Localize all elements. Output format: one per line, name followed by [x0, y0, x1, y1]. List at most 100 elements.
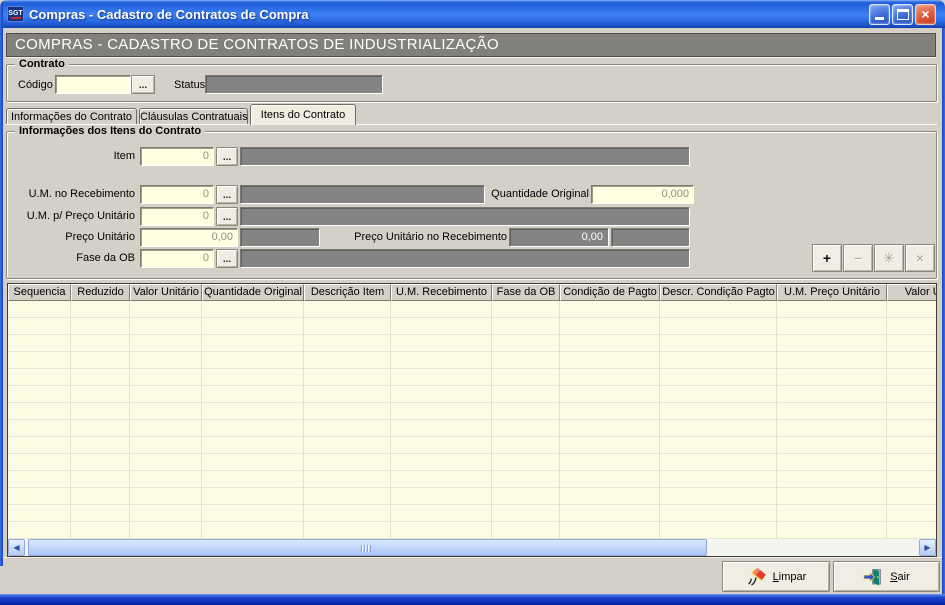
grid-column-header[interactable]: Quantidade Original: [202, 284, 304, 301]
grid-cell: [492, 454, 560, 471]
x-icon: ×: [916, 250, 924, 266]
grid-cell: [887, 420, 936, 437]
tab-clausulas-contratuais[interactable]: Cláusulas Contratuais: [139, 108, 248, 124]
table-row[interactable]: [8, 369, 936, 386]
grid-column-header[interactable]: U.M. Preço Unitário: [777, 284, 887, 301]
tab-informacoes-do-contrato[interactable]: Informações do Contrato: [6, 108, 137, 124]
grid-cell: [492, 403, 560, 420]
grid-cell: [560, 301, 660, 318]
um-preco-unitario-browse-button[interactable]: ...: [216, 207, 238, 226]
grid-cell: [391, 335, 492, 352]
scroll-left-button[interactable]: ◀: [8, 539, 25, 556]
close-button[interactable]: ×: [915, 4, 936, 25]
minimize-button[interactable]: [869, 4, 890, 25]
grid-cell: [887, 386, 936, 403]
grid-cell: [660, 335, 777, 352]
table-row[interactable]: [8, 505, 936, 522]
grid-cell: [660, 437, 777, 454]
grid-cell: [887, 335, 936, 352]
grid-cell: [560, 335, 660, 352]
um-recebimento-browse-button[interactable]: ...: [216, 185, 238, 204]
table-row[interactable]: [8, 335, 936, 352]
grid-cell: [777, 352, 887, 369]
grid-cell: [391, 471, 492, 488]
grid-cell: [304, 420, 391, 437]
grid-column-header[interactable]: Reduzido: [71, 284, 130, 301]
grid-column-header[interactable]: Fase da OB: [492, 284, 560, 301]
contract-groupbox-legend: Contrato: [15, 58, 69, 70]
maximize-button[interactable]: [892, 4, 913, 25]
delete-record-button[interactable]: −: [843, 244, 873, 272]
grid-column-header[interactable]: Sequencia: [8, 284, 71, 301]
cancel-record-button[interactable]: ×: [905, 244, 935, 272]
grid-cell: [660, 403, 777, 420]
grid-cell: [887, 454, 936, 471]
item-browse-button[interactable]: ...: [216, 147, 238, 166]
grid-cell: [777, 403, 887, 420]
grid-cell: [492, 318, 560, 335]
grid-column-header[interactable]: Valor Unitário: [130, 284, 202, 301]
table-row[interactable]: [8, 352, 936, 369]
codigo-browse-button[interactable]: ...: [131, 75, 155, 94]
table-row[interactable]: [8, 471, 936, 488]
grid-cell: [492, 369, 560, 386]
window-border-left: [0, 0, 3, 566]
grid-cell: [304, 386, 391, 403]
edit-record-button[interactable]: ✳: [874, 244, 904, 272]
table-row[interactable]: [8, 437, 936, 454]
grid-cell: [492, 386, 560, 403]
grid-cell: [391, 505, 492, 522]
grid-column-header[interactable]: U.M. Recebimento: [391, 284, 492, 301]
table-row[interactable]: [8, 403, 936, 420]
grid-cell: [492, 352, 560, 369]
grid-cell: [71, 420, 130, 437]
grid-cell: [8, 352, 71, 369]
table-row[interactable]: [8, 318, 936, 335]
scrollbar-thumb[interactable]: [28, 539, 707, 556]
item-input[interactable]: 0: [140, 147, 214, 166]
table-row[interactable]: [8, 386, 936, 403]
grid-cell: [202, 386, 304, 403]
grid-cell: [202, 420, 304, 437]
um-preco-unitario-description-field: [240, 207, 690, 226]
fase-ob-input[interactable]: 0: [140, 249, 214, 268]
grid-cell: [71, 403, 130, 420]
table-row[interactable]: [8, 488, 936, 505]
quantidade-original-label: Quantidade Original: [489, 188, 589, 201]
status-label: Status: [174, 79, 205, 92]
table-row[interactable]: [8, 522, 936, 539]
window-border-bottom: [0, 594, 945, 605]
um-recebimento-input[interactable]: 0: [140, 185, 214, 204]
grid-column-header[interactable]: Condição de Pagto: [560, 284, 660, 301]
codigo-input[interactable]: [55, 75, 131, 94]
sair-button[interactable]: Sair: [833, 561, 940, 592]
asterisk-icon: ✳: [883, 250, 895, 266]
grid-cell: [560, 471, 660, 488]
title-bar: SGT Compras - Cadastro de Contratos de C…: [0, 0, 945, 28]
table-row[interactable]: [8, 420, 936, 437]
um-preco-unitario-input[interactable]: 0: [140, 207, 214, 226]
grid-cell: [887, 369, 936, 386]
grid-cell: [130, 522, 202, 539]
right-arrow-icon: ▶: [924, 543, 930, 552]
app-icon-accent: [11, 17, 21, 19]
grid-cell: [777, 301, 887, 318]
grid-column-header[interactable]: Descr. Condição Pagto: [660, 284, 777, 301]
preco-unitario-input[interactable]: 0,00: [140, 228, 238, 247]
grid-cell: [492, 335, 560, 352]
grid-cell: [202, 437, 304, 454]
limpar-button[interactable]: Limpar: [722, 561, 830, 592]
tab-itens-do-contrato[interactable]: Itens do Contrato: [250, 104, 356, 125]
grid-cell: [887, 488, 936, 505]
scroll-right-button[interactable]: ▶: [919, 539, 936, 556]
fase-ob-browse-button[interactable]: ...: [216, 249, 238, 268]
horizontal-scrollbar[interactable]: ◀ ▶: [8, 539, 936, 556]
quantidade-original-input[interactable]: 0,000: [591, 185, 694, 204]
grid-cell: [492, 471, 560, 488]
grid-cell: [130, 454, 202, 471]
insert-record-button[interactable]: +: [812, 244, 842, 272]
table-row[interactable]: [8, 454, 936, 471]
grid-column-header[interactable]: Descrição Item: [304, 284, 391, 301]
table-row[interactable]: [8, 301, 936, 318]
grid-column-header[interactable]: Valor Uni: [887, 284, 936, 301]
